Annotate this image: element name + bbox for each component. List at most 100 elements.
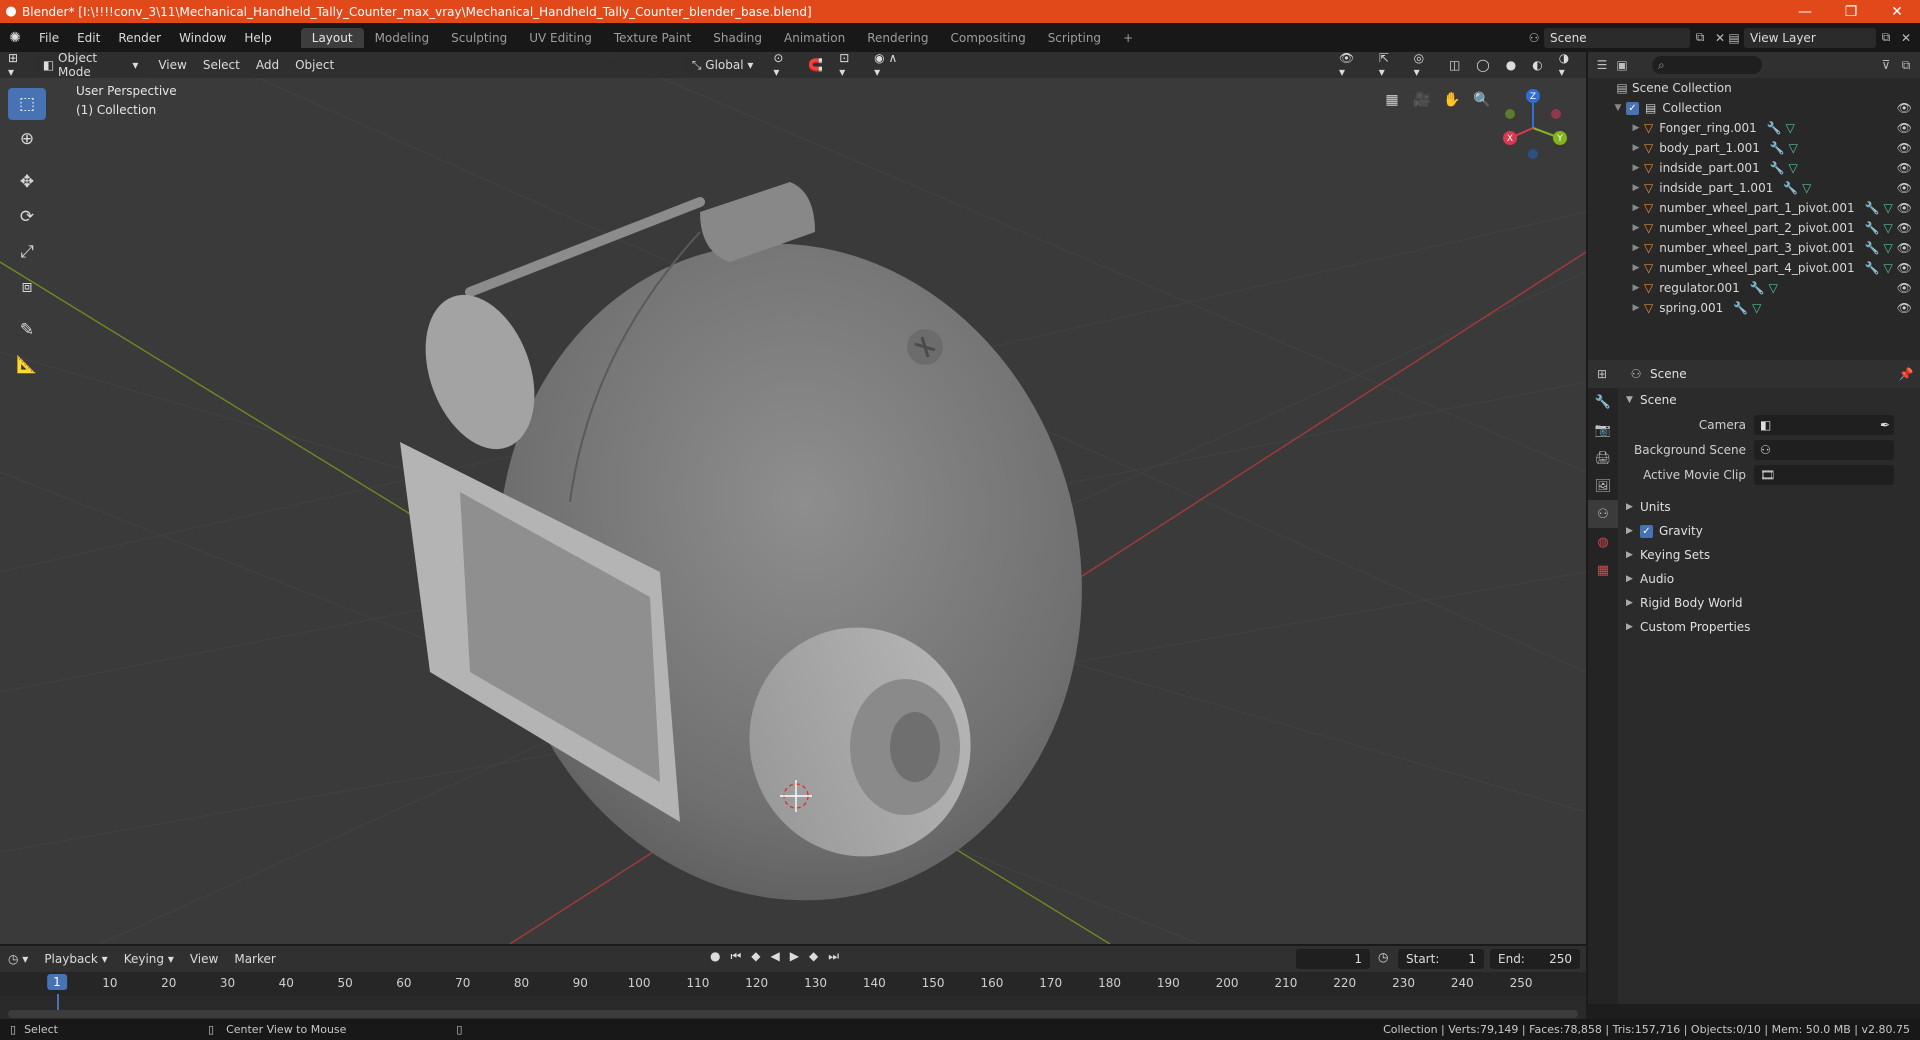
outliner-search-input[interactable]: ⌕ xyxy=(1652,56,1762,74)
view-layer-tab-icon[interactable]: 🖼 xyxy=(1588,472,1618,500)
mesh-data-icon[interactable]: ▽ xyxy=(1883,201,1892,215)
expand-arrow-icon[interactable]: ▶ xyxy=(1628,183,1644,193)
view-layer-name-field[interactable]: View Layer xyxy=(1744,27,1876,48)
eyedropper-icon[interactable]: ✒ xyxy=(1880,418,1894,432)
render-tab-icon[interactable]: 📷 xyxy=(1588,416,1618,444)
scale-icon[interactable]: ⤢ xyxy=(8,236,46,268)
mesh-data-icon[interactable]: ▽ xyxy=(1752,301,1761,315)
current-frame-field[interactable]: 1 xyxy=(1296,949,1370,969)
menu-file[interactable]: File xyxy=(30,31,68,45)
new-view-layer-icon[interactable]: ⧉ xyxy=(1876,28,1896,48)
mesh-data-icon[interactable]: ▽ xyxy=(1802,181,1811,195)
keying-sets-section[interactable]: ▶ Keying Sets xyxy=(1618,543,1920,567)
playback-dropdown[interactable]: Playback ▾ xyxy=(36,948,115,970)
audio-section[interactable]: ▶ Audio xyxy=(1618,567,1920,591)
transform-icon[interactable]: ⧈ xyxy=(8,271,46,303)
camera-field[interactable]: ◧ ✒ xyxy=(1754,414,1894,435)
wrench-icon[interactable]: 🔧 xyxy=(1767,121,1782,135)
cursor-icon[interactable]: ⊕ xyxy=(8,123,46,155)
timeline-scrollbar[interactable] xyxy=(8,1010,1578,1018)
mesh-data-icon[interactable]: ▽ xyxy=(1883,241,1892,255)
pivot-point-icon[interactable]: ⊙ ▾ xyxy=(765,52,800,79)
wrench-icon[interactable]: 🔧 xyxy=(1783,181,1798,195)
menu-object[interactable]: Object xyxy=(287,54,342,76)
xray-icon[interactable]: ◫ xyxy=(1441,54,1468,76)
play-reverse-icon[interactable]: ◀ xyxy=(771,949,780,964)
blender-menu-icon[interactable]: ✺ xyxy=(0,30,30,46)
shading-rendered-icon[interactable]: ◑ ▾ xyxy=(1551,52,1586,79)
prev-keyframe-icon[interactable]: ◆ xyxy=(751,949,760,964)
collection-checkbox[interactable]: ✓ xyxy=(1626,101,1639,115)
collapse-arrow-icon[interactable]: ▼ xyxy=(1610,103,1626,113)
eye-icon[interactable]: 👁 xyxy=(1897,101,1912,115)
expand-arrow-icon[interactable]: ▶ xyxy=(1628,303,1644,313)
3d-viewport[interactable]: ⊞ ▾ ◧ Object Mode ▾ View Select Add Obje… xyxy=(0,52,1586,944)
output-tab-icon[interactable]: 🖨 xyxy=(1588,444,1618,472)
current-frame-marker[interactable]: 1 xyxy=(47,974,67,990)
mesh-data-icon[interactable]: ▽ xyxy=(1769,281,1778,295)
menu-window[interactable]: Window xyxy=(170,31,235,45)
measure-icon[interactable]: 📐 xyxy=(8,349,46,381)
eye-icon[interactable]: 👁 xyxy=(1897,181,1912,195)
menu-render[interactable]: Render xyxy=(109,31,170,45)
viewport-scene[interactable] xyxy=(0,52,1586,944)
tab-uv-editing[interactable]: UV Editing xyxy=(518,28,603,48)
outliner-editor-icon[interactable]: ☰ xyxy=(1592,55,1612,75)
shading-solid-icon[interactable]: ● xyxy=(1498,54,1524,76)
tab-modeling[interactable]: Modeling xyxy=(364,28,441,48)
active-movie-clip-field[interactable]: 🎞 xyxy=(1754,464,1894,485)
wrench-icon[interactable]: 🔧 xyxy=(1750,281,1765,295)
wrench-icon[interactable]: 🔧 xyxy=(1865,221,1880,235)
jump-end-icon[interactable]: ⏭ xyxy=(828,949,839,964)
expand-arrow-icon[interactable]: ▶ xyxy=(1628,163,1644,173)
gravity-section[interactable]: ▶ ✓ Gravity xyxy=(1618,519,1920,543)
eye-icon[interactable]: 👁 xyxy=(1897,261,1912,275)
zoom-icon[interactable]: 🔍 xyxy=(1470,88,1494,112)
outliner-object-row[interactable]: ▶ ▽ regulator.001 🔧 ▽ 👁 xyxy=(1588,278,1920,298)
outliner-object-row[interactable]: ▶ ▽ Fonger_ring.001 🔧 ▽ 👁 xyxy=(1588,118,1920,138)
restore-button[interactable]: ❐ xyxy=(1828,4,1874,20)
scene-name-field[interactable]: Scene xyxy=(1544,27,1690,48)
eye-icon[interactable]: 👁 xyxy=(1897,121,1912,135)
tab-animation[interactable]: Animation xyxy=(773,28,856,48)
pan-hand-icon[interactable]: ✋ xyxy=(1440,88,1464,112)
remove-view-layer-icon[interactable]: ✕ xyxy=(1896,28,1916,48)
collection-row[interactable]: ▼ ✓ ▤ Collection 👁 xyxy=(1588,98,1920,118)
eye-icon[interactable]: 👁 xyxy=(1897,141,1912,155)
toggle-grid-icon[interactable]: ▦ xyxy=(1380,88,1404,112)
properties-editor-icon[interactable]: ⊞ xyxy=(1592,364,1612,384)
jump-start-icon[interactable]: ⏮ xyxy=(730,949,741,964)
keying-dropdown[interactable]: Keying ▾ xyxy=(116,948,182,970)
display-mode-icon[interactable]: ▣ xyxy=(1612,55,1632,75)
move-icon[interactable]: ✥ xyxy=(8,166,46,198)
timeline-editor-icon[interactable]: ◷ ▾ xyxy=(0,948,36,970)
timeline-ruler[interactable]: 1 10 20 30 40 50 60 70 80 90 100 110 120 130 140 150 16… xyxy=(0,972,1586,996)
select-box-icon[interactable]: ⬚ xyxy=(8,88,46,120)
mesh-data-icon[interactable]: ▽ xyxy=(1789,161,1798,175)
menu-help[interactable]: Help xyxy=(235,31,280,45)
wrench-icon[interactable]: 🔧 xyxy=(1770,161,1785,175)
outliner-object-row[interactable]: ▶ ▽ indside_part_1.001 🔧 ▽ 👁 xyxy=(1588,178,1920,198)
scene-tab-icon[interactable]: ⚇ xyxy=(1588,500,1618,528)
outliner-object-row[interactable]: ▶ ▽ number_wheel_part_3_pivot.001 🔧 ▽ 👁 xyxy=(1588,238,1920,258)
texture-tab-icon[interactable]: ▦ xyxy=(1588,556,1618,584)
units-section[interactable]: ▶ Units xyxy=(1618,495,1920,519)
menu-add[interactable]: Add xyxy=(248,54,287,76)
transform-orientation-dropdown[interactable]: ⤡ Global ▾ xyxy=(683,54,762,76)
eye-icon[interactable]: 👁 xyxy=(1897,221,1912,235)
menu-edit[interactable]: Edit xyxy=(68,31,109,45)
tab-scripting[interactable]: Scripting xyxy=(1037,28,1112,48)
tab-sculpting[interactable]: Sculpting xyxy=(440,28,518,48)
shading-material-icon[interactable]: ◐ xyxy=(1524,54,1550,76)
new-scene-icon[interactable]: ⧉ xyxy=(1690,28,1710,48)
pin-icon[interactable]: 📌 xyxy=(1896,364,1916,384)
wrench-icon[interactable]: 🔧 xyxy=(1733,301,1748,315)
tool-tab-icon[interactable]: 🔧 xyxy=(1588,388,1618,416)
close-button[interactable]: ✕ xyxy=(1874,4,1920,20)
wrench-icon[interactable]: 🔧 xyxy=(1865,241,1880,255)
timeline-view-menu[interactable]: View xyxy=(182,948,226,970)
outliner-object-row[interactable]: ▶ ▽ number_wheel_part_2_pivot.001 🔧 ▽ 👁 xyxy=(1588,218,1920,238)
tab-shading[interactable]: Shading xyxy=(702,28,773,48)
world-tab-icon[interactable]: ◍ xyxy=(1588,528,1618,556)
expand-arrow-icon[interactable]: ▶ xyxy=(1628,203,1644,213)
